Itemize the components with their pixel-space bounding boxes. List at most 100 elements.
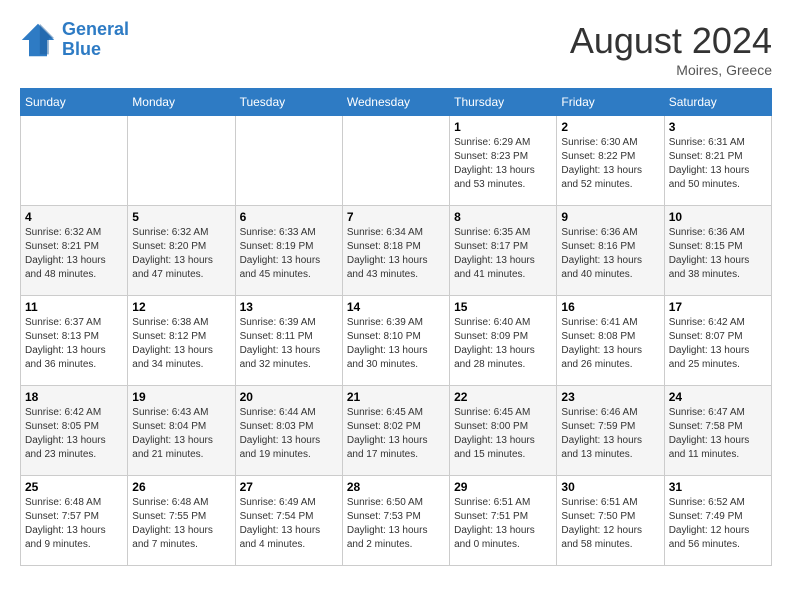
- day-number: 5: [132, 210, 230, 224]
- day-number: 16: [561, 300, 659, 314]
- day-info: Sunrise: 6:34 AM Sunset: 8:18 PM Dayligh…: [347, 226, 445, 282]
- calendar-cell: [128, 116, 235, 206]
- title-block: August 2024 Moires, Greece: [570, 20, 772, 78]
- calendar-cell: 2 Sunrise: 6:30 AM Sunset: 8:22 PM Daylig…: [557, 116, 664, 206]
- calendar-cell: [235, 116, 342, 206]
- calendar-cell: 1Sunrise: 6:29 AM Sunset: 8:23 PM Daylig…: [450, 116, 557, 206]
- day-number: 23: [561, 390, 659, 404]
- day-number: 11: [25, 300, 123, 314]
- weekday-header-monday: Monday: [128, 89, 235, 116]
- calendar-cell: 26 Sunrise: 6:48 AM Sunset: 7:55 PM Dayli…: [128, 476, 235, 566]
- day-info: Sunrise: 6:38 AM Sunset: 8:12 PM Dayligh…: [132, 316, 230, 372]
- calendar-cell: 23Sunrise: 6:46 AM Sunset: 7:59 PM Dayli…: [557, 386, 664, 476]
- day-number: 10: [669, 210, 767, 224]
- weekday-header-sunday: Sunday: [21, 89, 128, 116]
- day-number: 14: [347, 300, 445, 314]
- calendar-cell: 8Sunrise: 6:35 AM Sunset: 8:17 PM Daylig…: [450, 206, 557, 296]
- day-info: Sunrise: 6:48 AM Sunset: 7:55 PM Dayligh…: [132, 496, 230, 552]
- logo-icon: [20, 22, 56, 58]
- calendar-cell: 21 Sunrise: 6:45 AM Sunset: 8:02 PM Dayli…: [342, 386, 449, 476]
- calendar-cell: 24Sunrise: 6:47 AM Sunset: 7:58 PM Dayli…: [664, 386, 771, 476]
- calendar-cell: 13 Sunrise: 6:39 AM Sunset: 8:11 PM Dayli…: [235, 296, 342, 386]
- day-info: Sunrise: 6:44 AM Sunset: 8:03 PM Dayligh…: [240, 406, 338, 462]
- calendar-cell: 17 Sunrise: 6:42 AM Sunset: 8:07 PM Dayli…: [664, 296, 771, 386]
- calendar-cell: 14 Sunrise: 6:39 AM Sunset: 8:10 PM Dayli…: [342, 296, 449, 386]
- day-number: 29: [454, 480, 552, 494]
- day-info: Sunrise: 6:48 AM Sunset: 7:57 PM Dayligh…: [25, 496, 123, 552]
- logo: General Blue: [20, 20, 129, 60]
- day-info: Sunrise: 6:42 AM Sunset: 8:07 PM Dayligh…: [669, 316, 767, 372]
- day-number: 9: [561, 210, 659, 224]
- day-number: 24: [669, 390, 767, 404]
- calendar-cell: 11 Sunrise: 6:37 AM Sunset: 8:13 PM Dayli…: [21, 296, 128, 386]
- weekday-header-wednesday: Wednesday: [342, 89, 449, 116]
- day-info: Sunrise: 6:52 AM Sunset: 7:49 PM Dayligh…: [669, 496, 767, 552]
- calendar-table: SundayMondayTuesdayWednesdayThursdayFrid…: [20, 88, 772, 566]
- calendar-cell: 19 Sunrise: 6:43 AM Sunset: 8:04 PM Dayli…: [128, 386, 235, 476]
- calendar-cell: [342, 116, 449, 206]
- day-info: Sunrise: 6:39 AM Sunset: 8:11 PM Dayligh…: [240, 316, 338, 372]
- day-number: 1: [454, 120, 552, 134]
- month-year: August 2024: [570, 20, 772, 62]
- calendar-cell: 5 Sunrise: 6:32 AM Sunset: 8:20 PM Daylig…: [128, 206, 235, 296]
- day-info: Sunrise: 6:51 AM Sunset: 7:51 PM Dayligh…: [454, 496, 552, 552]
- day-info: Sunrise: 6:37 AM Sunset: 8:13 PM Dayligh…: [25, 316, 123, 372]
- day-number: 28: [347, 480, 445, 494]
- day-number: 12: [132, 300, 230, 314]
- day-number: 21: [347, 390, 445, 404]
- day-number: 30: [561, 480, 659, 494]
- day-number: 25: [25, 480, 123, 494]
- day-info: Sunrise: 6:49 AM Sunset: 7:54 PM Dayligh…: [240, 496, 338, 552]
- day-info: Sunrise: 6:50 AM Sunset: 7:53 PM Dayligh…: [347, 496, 445, 552]
- week-row-0: 1Sunrise: 6:29 AM Sunset: 8:23 PM Daylig…: [21, 116, 772, 206]
- week-row-1: 4Sunrise: 6:32 AM Sunset: 8:21 PM Daylig…: [21, 206, 772, 296]
- day-number: 2: [561, 120, 659, 134]
- weekday-header-saturday: Saturday: [664, 89, 771, 116]
- page-header: General Blue August 2024 Moires, Greece: [20, 20, 772, 78]
- calendar-cell: 25 Sunrise: 6:48 AM Sunset: 7:57 PM Dayli…: [21, 476, 128, 566]
- day-number: 7: [347, 210, 445, 224]
- calendar-cell: 7 Sunrise: 6:34 AM Sunset: 8:18 PM Daylig…: [342, 206, 449, 296]
- day-info: Sunrise: 6:32 AM Sunset: 8:20 PM Dayligh…: [132, 226, 230, 282]
- week-row-2: 11 Sunrise: 6:37 AM Sunset: 8:13 PM Dayli…: [21, 296, 772, 386]
- day-info: Sunrise: 6:33 AM Sunset: 8:19 PM Dayligh…: [240, 226, 338, 282]
- calendar-cell: 15 Sunrise: 6:40 AM Sunset: 8:09 PM Dayli…: [450, 296, 557, 386]
- calendar-cell: 3 Sunrise: 6:31 AM Sunset: 8:21 PM Daylig…: [664, 116, 771, 206]
- day-info: Sunrise: 6:39 AM Sunset: 8:10 PM Dayligh…: [347, 316, 445, 372]
- day-info: Sunrise: 6:31 AM Sunset: 8:21 PM Dayligh…: [669, 136, 767, 192]
- weekday-header-tuesday: Tuesday: [235, 89, 342, 116]
- day-info: Sunrise: 6:30 AM Sunset: 8:22 PM Dayligh…: [561, 136, 659, 192]
- day-info: Sunrise: 6:45 AM Sunset: 8:00 PM Dayligh…: [454, 406, 552, 462]
- day-number: 8: [454, 210, 552, 224]
- day-number: 17: [669, 300, 767, 314]
- day-info: Sunrise: 6:36 AM Sunset: 8:15 PM Dayligh…: [669, 226, 767, 282]
- day-info: Sunrise: 6:41 AM Sunset: 8:08 PM Dayligh…: [561, 316, 659, 372]
- day-number: 4: [25, 210, 123, 224]
- day-info: Sunrise: 6:45 AM Sunset: 8:02 PM Dayligh…: [347, 406, 445, 462]
- day-info: Sunrise: 6:36 AM Sunset: 8:16 PM Dayligh…: [561, 226, 659, 282]
- calendar-cell: 16 Sunrise: 6:41 AM Sunset: 8:08 PM Dayli…: [557, 296, 664, 386]
- day-number: 31: [669, 480, 767, 494]
- calendar-cell: 28 Sunrise: 6:50 AM Sunset: 7:53 PM Dayli…: [342, 476, 449, 566]
- calendar-cell: 12 Sunrise: 6:38 AM Sunset: 8:12 PM Dayli…: [128, 296, 235, 386]
- day-info: Sunrise: 6:40 AM Sunset: 8:09 PM Dayligh…: [454, 316, 552, 372]
- day-number: 13: [240, 300, 338, 314]
- week-row-3: 18 Sunrise: 6:42 AM Sunset: 8:05 PM Dayli…: [21, 386, 772, 476]
- location: Moires, Greece: [570, 62, 772, 78]
- day-number: 19: [132, 390, 230, 404]
- calendar-cell: 30 Sunrise: 6:51 AM Sunset: 7:50 PM Dayli…: [557, 476, 664, 566]
- calendar-cell: 22Sunrise: 6:45 AM Sunset: 8:00 PM Dayli…: [450, 386, 557, 476]
- day-number: 15: [454, 300, 552, 314]
- weekday-header-thursday: Thursday: [450, 89, 557, 116]
- logo-text: General Blue: [62, 20, 129, 60]
- header-row: SundayMondayTuesdayWednesdayThursdayFrid…: [21, 89, 772, 116]
- day-info: Sunrise: 6:43 AM Sunset: 8:04 PM Dayligh…: [132, 406, 230, 462]
- calendar-cell: 10 Sunrise: 6:36 AM Sunset: 8:15 PM Dayli…: [664, 206, 771, 296]
- day-number: 26: [132, 480, 230, 494]
- day-info: Sunrise: 6:51 AM Sunset: 7:50 PM Dayligh…: [561, 496, 659, 552]
- day-info: Sunrise: 6:42 AM Sunset: 8:05 PM Dayligh…: [25, 406, 123, 462]
- day-number: 3: [669, 120, 767, 134]
- day-number: 18: [25, 390, 123, 404]
- week-row-4: 25 Sunrise: 6:48 AM Sunset: 7:57 PM Dayli…: [21, 476, 772, 566]
- calendar-cell: 4Sunrise: 6:32 AM Sunset: 8:21 PM Daylig…: [21, 206, 128, 296]
